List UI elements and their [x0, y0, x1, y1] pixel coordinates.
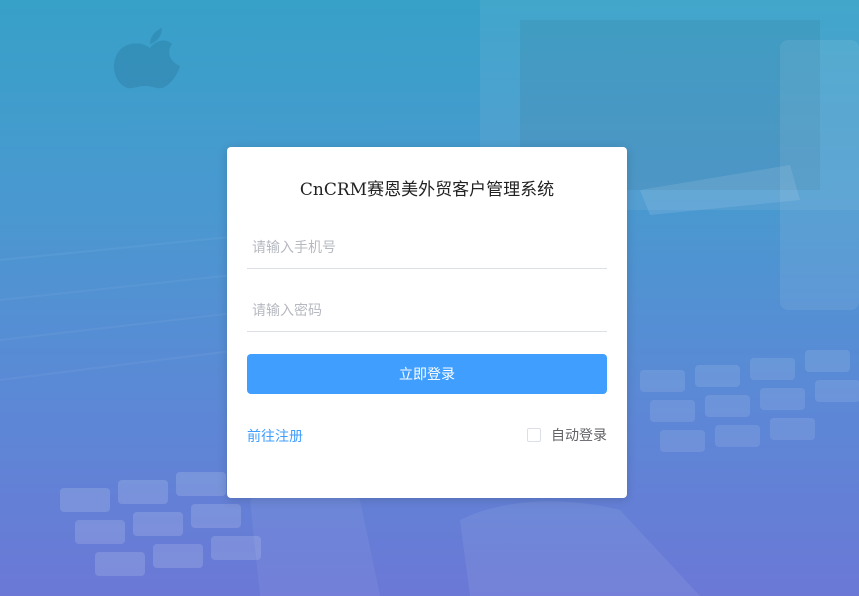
page-title: CnCRM赛恩美外贸客户管理系统	[299, 180, 555, 200]
phone-input[interactable]	[247, 228, 607, 268]
auto-login-toggle[interactable]: 自动登录	[527, 426, 607, 444]
login-button[interactable]: 立即登录	[247, 354, 607, 394]
apple-logo-icon	[113, 28, 180, 89]
password-field-wrapper	[247, 291, 607, 332]
phone-field-wrapper	[247, 228, 607, 269]
login-card: CnCRM赛恩美外贸客户管理系统 立即登录 前往注册 自动登录	[227, 147, 627, 498]
register-link[interactable]: 前往注册	[247, 426, 303, 446]
auto-login-checkbox[interactable]	[527, 428, 541, 442]
password-input[interactable]	[247, 291, 607, 331]
auto-login-label: 自动登录	[551, 428, 607, 444]
